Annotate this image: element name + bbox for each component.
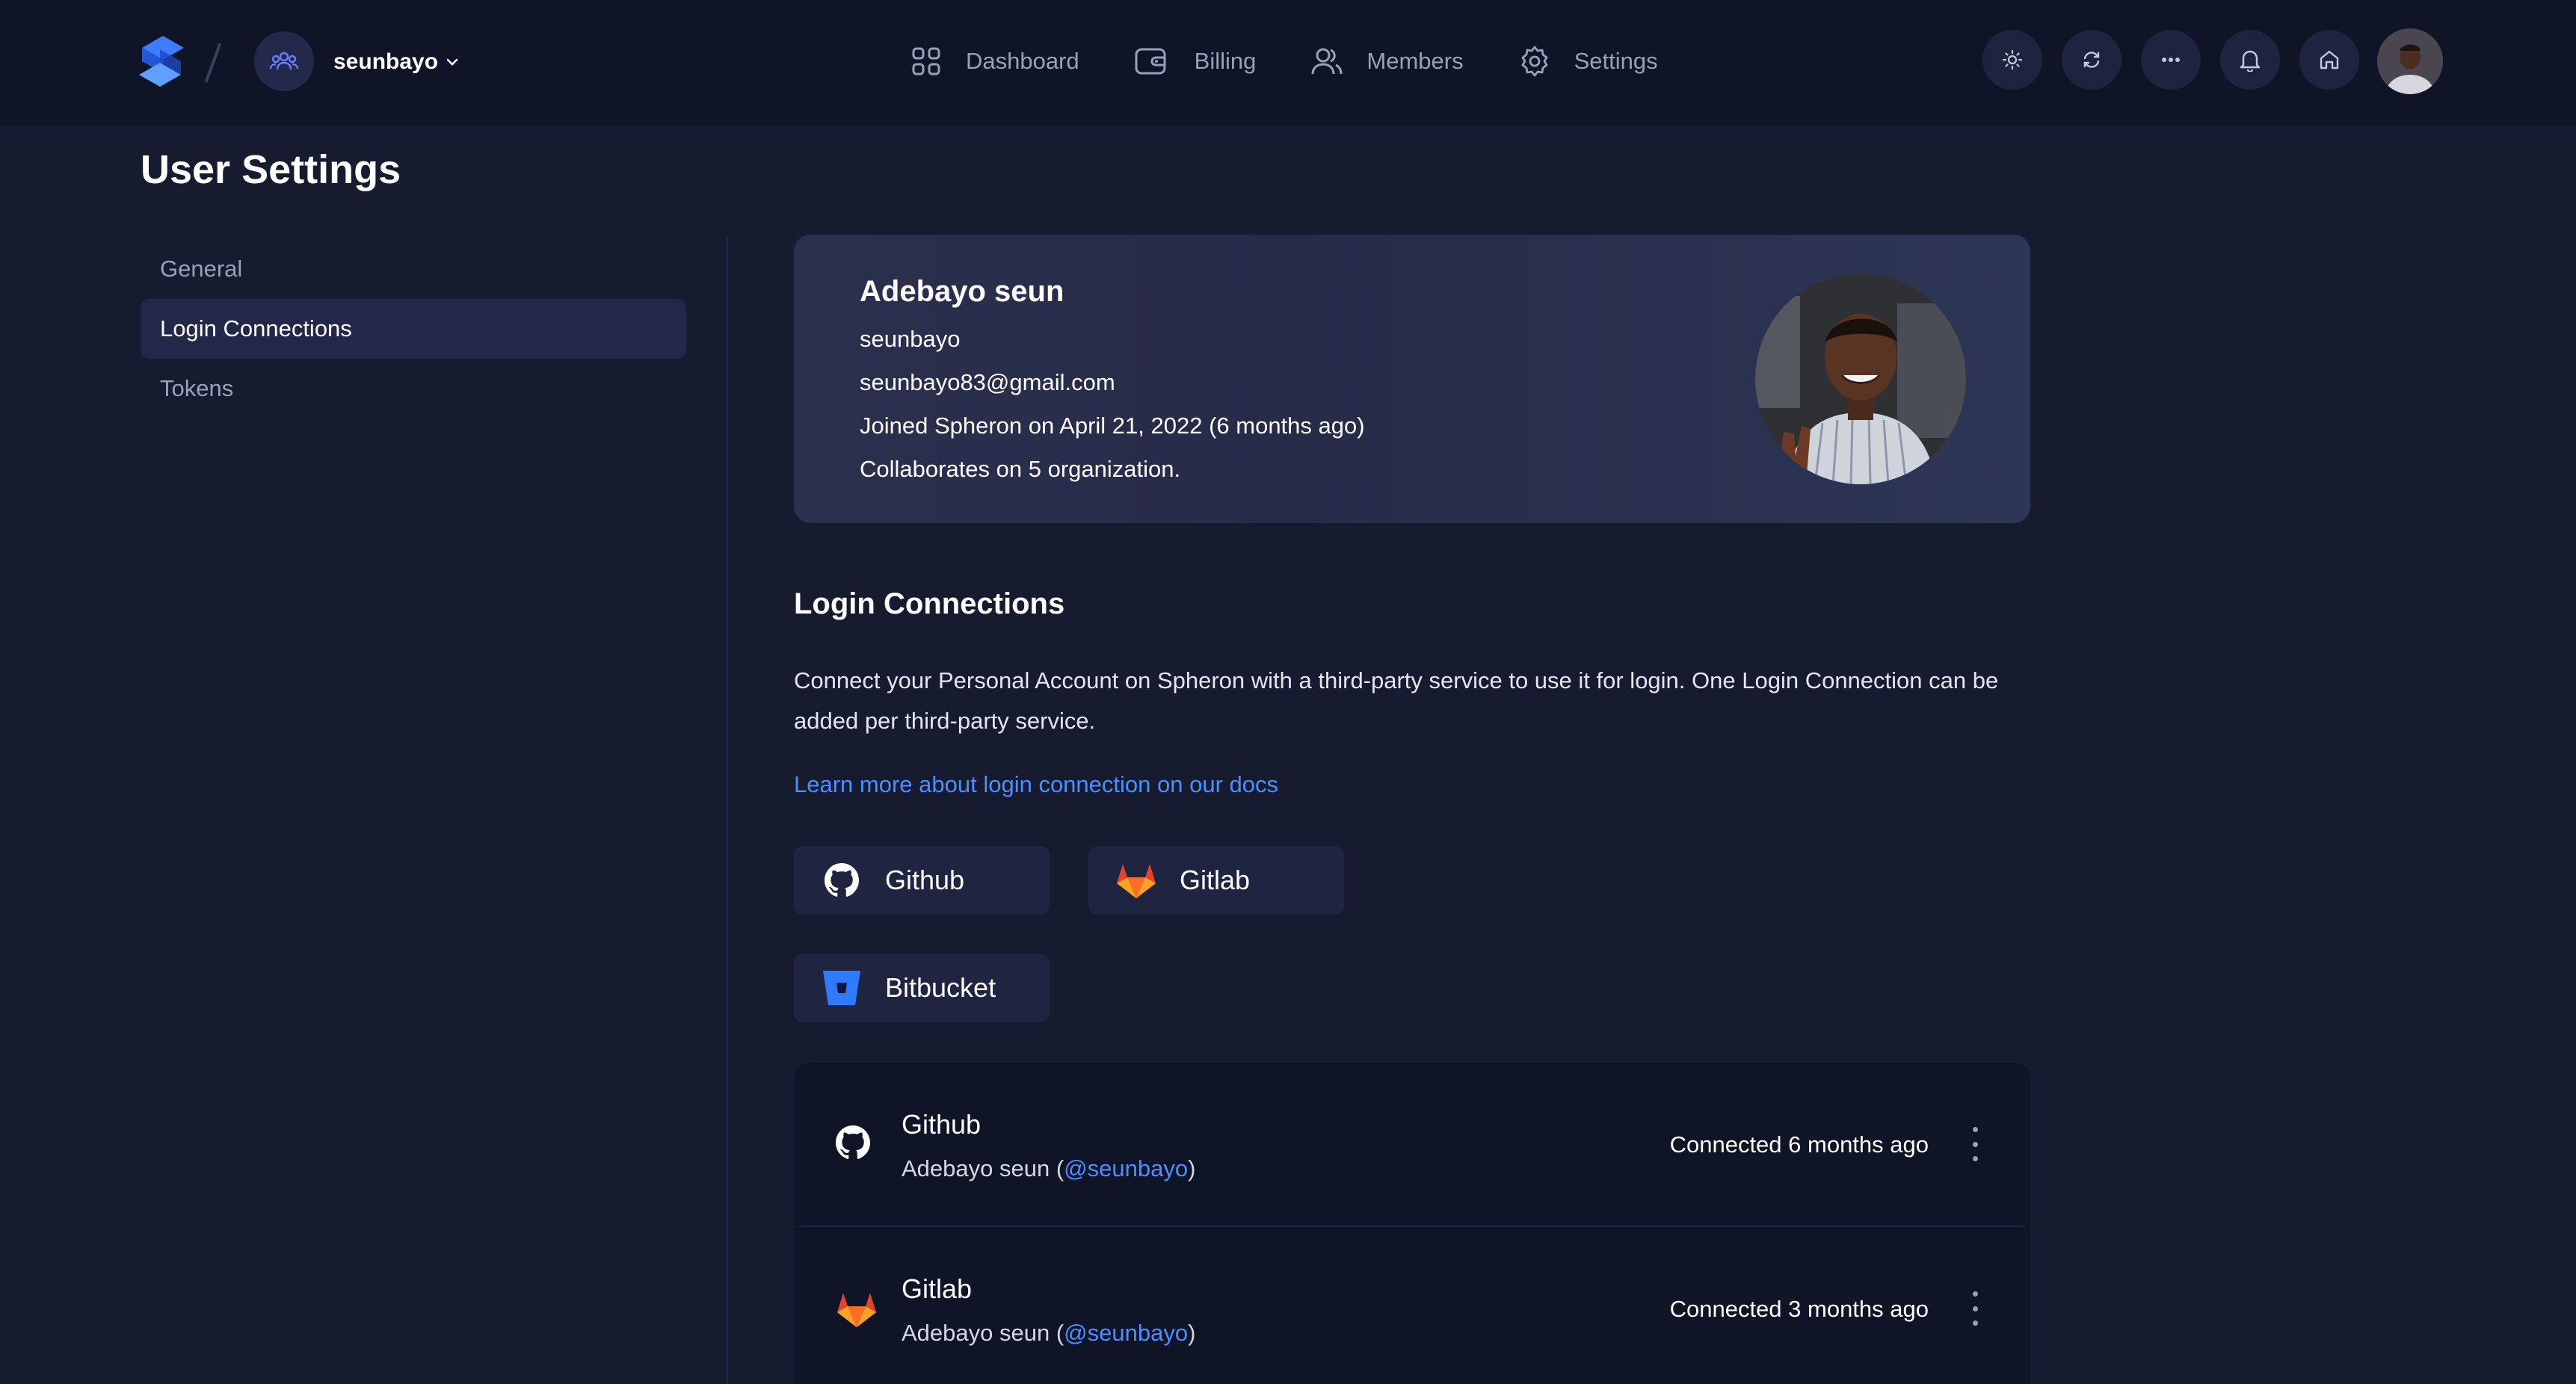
org-name-label: seunbayo [333, 49, 439, 74]
nav-settings[interactable]: Settings [1517, 44, 1658, 78]
bitbucket-icon [821, 967, 863, 1009]
nav-members-label: Members [1366, 48, 1464, 74]
list-item: Gitlab Adebayo seun (@seunbayo) Connecte… [794, 1227, 2030, 1384]
connection-handle-close: ) [1188, 1320, 1196, 1346]
home-icon [2320, 50, 2339, 69]
connection-handle-close: ) [1188, 1155, 1196, 1181]
profile-card: Adebayo seun seunbayo seunbayo83@gmail.c… [794, 235, 2030, 523]
more-icon [2162, 58, 2180, 62]
gear-icon [1517, 44, 1552, 78]
profile-collaborates: Collaborates on 5 organization. [860, 456, 1181, 482]
connection-handle-link[interactable]: @seunbayo [1064, 1155, 1188, 1181]
docs-link[interactable]: Learn more about login connection on our… [794, 771, 1278, 798]
profile-name: Adebayo seun [860, 275, 1064, 308]
connection-status: Connected 3 months ago [1669, 1296, 1929, 1322]
nav-billing[interactable]: Billing [1133, 44, 1257, 78]
home-button[interactable] [2299, 30, 2359, 90]
profile-photo [1755, 274, 1966, 484]
org-switcher-avatar[interactable] [254, 31, 314, 91]
kebab-menu-icon[interactable] [1969, 1291, 1981, 1326]
connect-bitbucket-button[interactable]: Bitbucket [794, 954, 1050, 1022]
sidebar-divider [727, 238, 728, 1384]
user-avatar[interactable] [2377, 28, 2443, 94]
team-icon [269, 52, 299, 70]
header-actions [1982, 30, 2379, 90]
users-icon [1310, 44, 1344, 78]
gitlab-icon [1115, 859, 1157, 901]
connect-gitlab-button[interactable]: Gitlab [1088, 846, 1344, 915]
more-options-button[interactable] [2141, 30, 2201, 90]
section-description: Connect your Personal Account on Spheron… [794, 667, 1999, 734]
profile-username: seunbayo [860, 326, 961, 352]
chevron-down-icon [446, 58, 458, 66]
connection-handle-open: ( [1050, 1320, 1064, 1346]
sidebar-item-general[interactable]: General [141, 239, 686, 299]
github-icon [836, 1125, 878, 1167]
theme-toggle-button[interactable] [1982, 30, 2042, 90]
connection-status: Connected 6 months ago [1669, 1131, 1929, 1158]
connect-gitlab-label: Gitlab [1180, 865, 1251, 895]
bell-icon [2240, 50, 2261, 72]
nav-billing-label: Billing [1194, 48, 1257, 74]
breadcrumb-separator [204, 43, 222, 83]
refresh-button[interactable] [2062, 30, 2121, 90]
connect-github-label: Github [885, 865, 965, 895]
connection-handle-open: ( [1050, 1155, 1064, 1181]
nav-members[interactable]: Members [1310, 44, 1464, 78]
connect-github-button[interactable]: Github [794, 846, 1050, 915]
connection-handle-link[interactable]: @seunbayo [1064, 1320, 1188, 1346]
connect-bitbucket-label: Bitbucket [885, 972, 996, 1003]
page-title: User Settings [141, 147, 401, 192]
sidebar-item-login-connections[interactable]: Login Connections [141, 299, 686, 359]
connected-accounts-list: Github Adebayo seun (@seunbayo) Connecte… [794, 1063, 2030, 1384]
spheron-logo-icon[interactable] [138, 34, 185, 88]
grid-icon [909, 44, 943, 78]
profile-email: seunbayo83@gmail.com [860, 369, 1115, 395]
section-title: Login Connections [794, 587, 1065, 620]
connection-user: Adebayo seun (@seunbayo) [902, 1155, 1195, 1182]
nav-dashboard[interactable]: Dashboard [909, 44, 1079, 78]
sidebar-item-tokens[interactable]: Tokens [141, 359, 686, 418]
connection-provider: Gitlab [902, 1273, 973, 1304]
wallet-icon [1133, 44, 1168, 78]
connection-user-name: Adebayo seun [902, 1320, 1050, 1346]
github-icon [821, 859, 863, 901]
nav-dashboard-label: Dashboard [966, 48, 1079, 74]
nav-settings-label: Settings [1574, 48, 1658, 74]
gitlab-icon [836, 1290, 878, 1332]
sun-icon [2002, 49, 2023, 70]
settings-sidebar: General Login Connections Tokens [141, 239, 686, 418]
connection-user: Adebayo seun (@seunbayo) [902, 1320, 1195, 1347]
connection-provider: Github [902, 1109, 982, 1140]
org-switcher[interactable]: seunbayo [333, 49, 459, 75]
refresh-icon [2083, 52, 2100, 68]
list-item: Github Adebayo seun (@seunbayo) Connecte… [794, 1063, 2030, 1227]
kebab-menu-icon[interactable] [1969, 1127, 1981, 1161]
connection-user-name: Adebayo seun [902, 1155, 1050, 1181]
top-navbar: seunbayo Dashboard Billing Members Setti… [0, 0, 2576, 126]
notifications-button[interactable] [2220, 30, 2280, 90]
main-nav: Dashboard Billing Members Settings [909, 39, 1712, 84]
profile-joined: Joined Spheron on April 21, 2022 (6 mont… [860, 413, 1365, 439]
